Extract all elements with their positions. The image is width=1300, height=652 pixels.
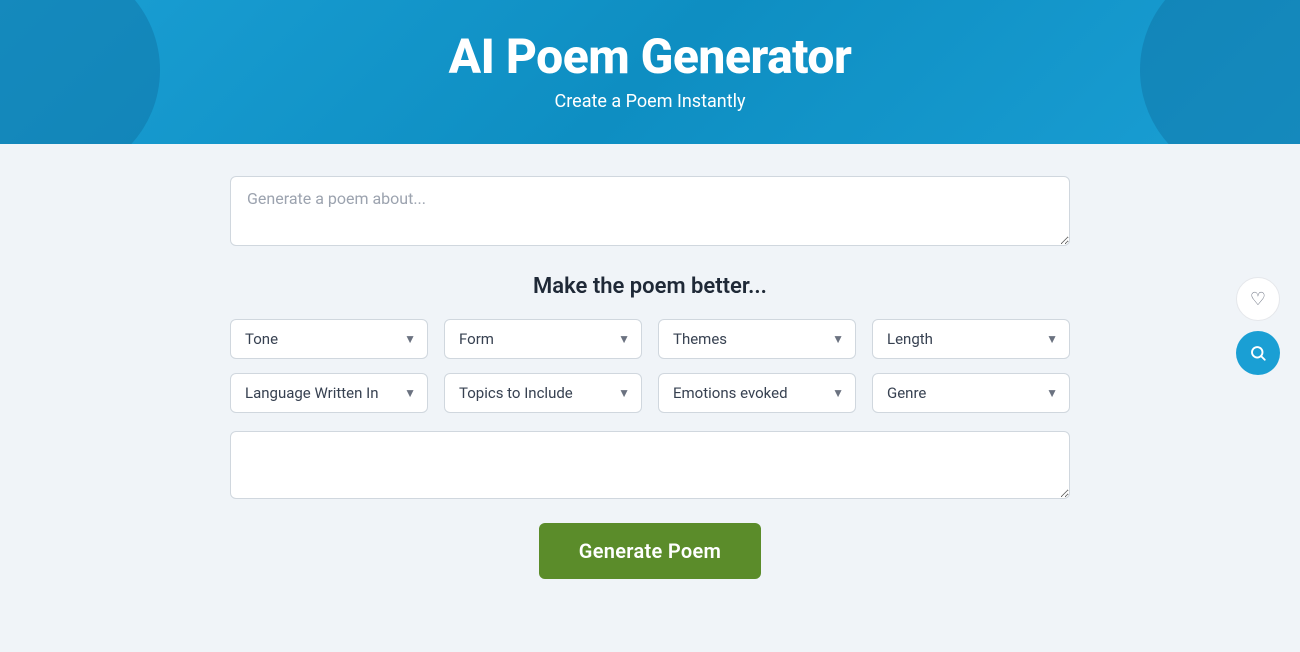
page-subtitle: Create a Poem Instantly <box>0 91 1300 112</box>
heart-icon: ♡ <box>1250 289 1266 310</box>
favorite-button[interactable]: ♡ <box>1236 277 1280 321</box>
language-dropdown-wrapper: Language Written In English Spanish Fren… <box>230 373 428 413</box>
poem-output[interactable] <box>230 431 1070 499</box>
emotions-dropdown[interactable]: Emotions evoked Joy Sorrow Anger Fear Su… <box>658 373 856 413</box>
search-button[interactable] <box>1236 331 1280 375</box>
fab-container: ♡ <box>1236 277 1280 375</box>
themes-dropdown[interactable]: Themes Love Nature Death Hope War <box>658 319 856 359</box>
generate-poem-button[interactable]: Generate Poem <box>539 523 761 579</box>
genre-dropdown-wrapper: Genre Romance Epic Lyric Dramatic Satiri… <box>872 373 1070 413</box>
genre-dropdown[interactable]: Genre Romance Epic Lyric Dramatic Satiri… <box>872 373 1070 413</box>
tone-dropdown[interactable]: Tone Happy Sad Romantic Serious Humorous <box>230 319 428 359</box>
search-icon <box>1249 344 1267 362</box>
themes-dropdown-wrapper: Themes Love Nature Death Hope War ▼ <box>658 319 856 359</box>
language-dropdown[interactable]: Language Written In English Spanish Fren… <box>230 373 428 413</box>
page-header: AI Poem Generator Create a Poem Instantl… <box>0 0 1300 144</box>
form-dropdown-wrapper: Form Sonnet Haiku Free Verse Limerick Od… <box>444 319 642 359</box>
length-dropdown[interactable]: Length Short Medium Long <box>872 319 1070 359</box>
topics-dropdown-wrapper: Topics to Include Friendship Family Natu… <box>444 373 642 413</box>
emotions-dropdown-wrapper: Emotions evoked Joy Sorrow Anger Fear Su… <box>658 373 856 413</box>
topics-dropdown[interactable]: Topics to Include Friendship Family Natu… <box>444 373 642 413</box>
main-content: Make the poem better... Tone Happy Sad R… <box>0 144 1300 611</box>
section-title: Make the poem better... <box>533 274 767 299</box>
dropdowns-row-2: Language Written In English Spanish Fren… <box>230 373 1070 413</box>
form-dropdown[interactable]: Form Sonnet Haiku Free Verse Limerick Od… <box>444 319 642 359</box>
dropdowns-row-1: Tone Happy Sad Romantic Serious Humorous… <box>230 319 1070 359</box>
poem-input[interactable] <box>230 176 1070 246</box>
length-dropdown-wrapper: Length Short Medium Long ▼ <box>872 319 1070 359</box>
page-title: AI Poem Generator <box>0 28 1300 85</box>
tone-dropdown-wrapper: Tone Happy Sad Romantic Serious Humorous… <box>230 319 428 359</box>
